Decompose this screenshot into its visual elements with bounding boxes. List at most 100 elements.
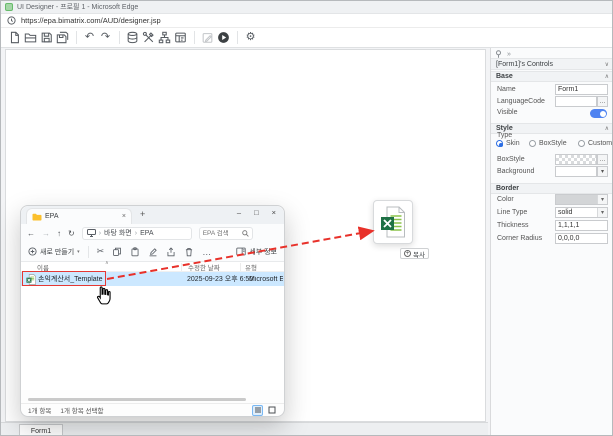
pin-icon[interactable] <box>495 50 502 58</box>
refresh-icon[interactable]: ↻ <box>68 229 75 238</box>
field-border-color: Color ▾ <box>491 194 613 206</box>
new-tab-icon[interactable]: + <box>140 209 145 219</box>
breadcrumb[interactable]: › 바탕 화면 › EPA <box>82 227 192 240</box>
border-color-combo[interactable]: ▾ <box>555 194 608 205</box>
column-date-modified[interactable]: 수정한 날짜 <box>188 262 220 272</box>
search-box[interactable] <box>199 227 253 240</box>
file-row-selected[interactable]: 손익계산서_Template 2025-09-23 오후 6:50 Micros… <box>21 272 284 286</box>
toolbar-separator <box>76 31 77 44</box>
toolbar-separator <box>88 246 89 258</box>
crumb-desktop[interactable]: 바탕 화면 <box>104 228 132 238</box>
explorer-tabbar: EPA × + – □ × <box>21 206 284 224</box>
field-background: Background ▾ <box>491 166 613 178</box>
details-view-button[interactable] <box>252 405 263 416</box>
more-options-icon[interactable]: … <box>202 247 211 257</box>
plus-badge-icon: + <box>404 250 411 257</box>
new-item-button[interactable]: 새로 만들기 ▾ <box>28 247 80 257</box>
boxstyle-ellipsis-button[interactable]: … <box>597 154 608 165</box>
site-info-icon[interactable] <box>7 16 16 25</box>
thickness-input[interactable] <box>555 220 608 231</box>
crumb-separator-icon: › <box>99 230 101 237</box>
share-icon[interactable] <box>166 247 176 257</box>
details-pane-button[interactable]: 세부 정보 <box>236 247 277 257</box>
section-base[interactable]: Base ∧ <box>491 71 613 82</box>
back-icon[interactable]: ← <box>27 229 35 238</box>
visible-toggle[interactable] <box>590 109 607 118</box>
file-type: Microsoft Excel <box>249 276 283 283</box>
cut-icon[interactable]: ✂ <box>97 246 105 257</box>
edge-urlbar[interactable]: https://epa.bimatrix.com/AUD/designer.js… <box>1 14 612 28</box>
radio-boxstyle[interactable]: BoxStyle <box>529 140 567 147</box>
toggle-knob <box>600 111 606 117</box>
edit-icon[interactable] <box>200 30 215 45</box>
column-type[interactable]: 유형 <box>245 262 257 272</box>
chevron-up-icon: ∧ <box>605 73 609 80</box>
settings-gear-icon[interactable]: ⚙ <box>243 30 258 45</box>
field-boxstyle: BoxStyle … <box>491 154 613 166</box>
explorer-statusbar: 1개 항목 1개 항목 선택함 <box>21 403 284 416</box>
up-icon[interactable]: ↑ <box>57 229 61 238</box>
explorer-navbar: ← → ↑ ↻ › 바탕 화면 › EPA <box>21 224 284 242</box>
crumb-epa[interactable]: EPA <box>140 230 154 237</box>
edge-titlebar: UI Designer - 프로필 1 - Microsoft Edge <box>1 1 612 14</box>
folder-icon <box>32 213 42 221</box>
explorer-tab-epa[interactable]: EPA × <box>26 208 132 224</box>
open-folder-icon[interactable] <box>23 30 38 45</box>
red-highlight-box <box>22 271 106 286</box>
minimize-icon[interactable]: – <box>237 208 241 217</box>
undo-icon[interactable]: ↶ <box>82 30 97 45</box>
languagecode-input[interactable] <box>555 96 597 107</box>
boxstyle-swatch[interactable] <box>555 154 597 165</box>
forward-icon[interactable]: → <box>42 229 50 238</box>
rename-icon[interactable] <box>148 247 158 257</box>
field-corner-radius: Corner Radius <box>491 233 613 245</box>
horizontal-scrollbar[interactable] <box>28 398 246 401</box>
background-input[interactable] <box>555 166 597 177</box>
radio-custom[interactable]: Custom <box>578 140 612 147</box>
crumb-separator-icon: › <box>135 230 137 237</box>
copy-icon[interactable] <box>112 247 122 257</box>
field-thickness: Thickness <box>491 220 613 232</box>
corner-radius-input[interactable] <box>555 233 608 244</box>
designer-toolbar: ↶ ↷ ⚙ <box>1 28 612 48</box>
tab-close-icon[interactable]: × <box>122 213 126 220</box>
thumbnail-view-button[interactable] <box>266 405 277 416</box>
url-text[interactable]: https://epa.bimatrix.com/AUD/designer.js… <box>21 16 161 25</box>
desktop-icon <box>87 229 96 237</box>
languagecode-ellipsis-button[interactable]: … <box>597 96 608 107</box>
dropdown-icon: ▾ <box>77 249 80 255</box>
new-document-icon[interactable] <box>7 30 22 45</box>
file-list-empty-area[interactable] <box>21 286 284 390</box>
tools-icon[interactable] <box>141 30 156 45</box>
dropdown-icon: ▾ <box>597 208 607 217</box>
column-divider[interactable] <box>240 263 241 271</box>
radio-skin[interactable]: Skin <box>496 140 520 147</box>
database-icon[interactable] <box>125 30 140 45</box>
column-divider[interactable] <box>181 263 182 271</box>
controls-dropdown[interactable]: [Form1]'s Controls ∨ <box>491 58 613 70</box>
save-all-icon[interactable] <box>55 30 70 45</box>
delete-icon[interactable] <box>184 247 194 257</box>
paste-icon[interactable] <box>130 247 140 257</box>
run-icon[interactable] <box>216 30 231 45</box>
close-icon[interactable]: × <box>272 208 276 217</box>
new-plus-icon <box>28 247 37 256</box>
search-input[interactable] <box>203 230 242 237</box>
background-dropdown-icon[interactable]: ▾ <box>597 166 608 177</box>
copy-label: 복사 <box>413 249 425 259</box>
column-name[interactable]: 이름 <box>37 262 49 272</box>
properties-panel: » [Form1]'s Controls ∨ Base ∧ Name Langu… <box>490 48 613 436</box>
name-input[interactable] <box>555 84 608 95</box>
save-icon[interactable] <box>39 30 54 45</box>
drag-ghost-excel[interactable] <box>373 200 413 244</box>
tab-form1[interactable]: Form1 <box>19 424 63 436</box>
collapse-panel-icon[interactable]: » <box>507 51 511 58</box>
line-type-combo[interactable]: solid ▾ <box>555 207 608 218</box>
field-type: Type <box>491 130 613 139</box>
section-border[interactable]: Border <box>491 183 613 194</box>
view-toggle-group <box>252 405 277 416</box>
dataset-grid-icon[interactable] <box>173 30 188 45</box>
sitemap-icon[interactable] <box>157 30 172 45</box>
maximize-icon[interactable]: □ <box>254 208 259 217</box>
redo-icon[interactable]: ↷ <box>98 30 113 45</box>
